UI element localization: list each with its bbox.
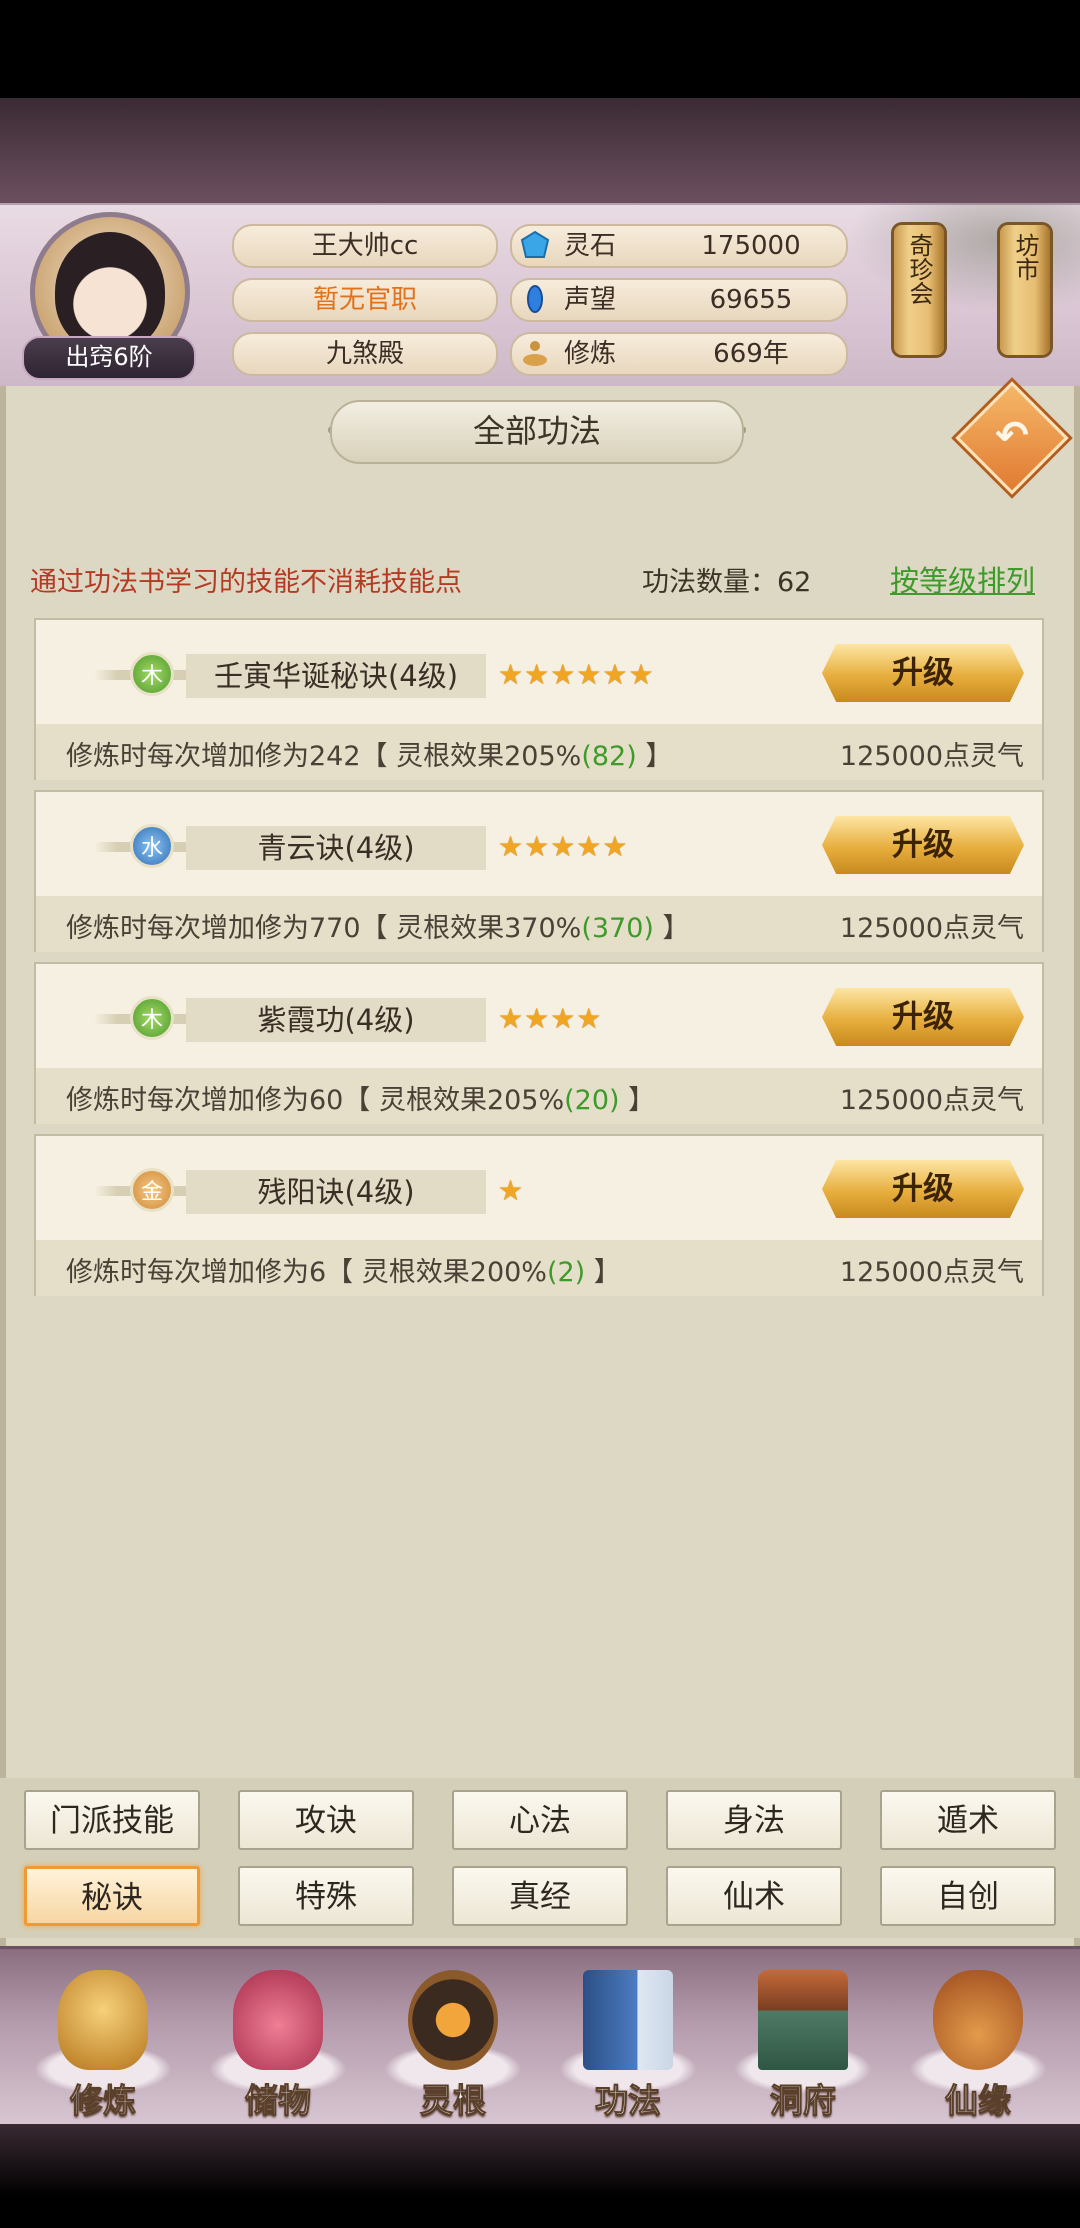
nav-skills[interactable]: 功法 — [553, 1960, 703, 2121]
book-icon — [583, 1970, 673, 2070]
skill-card: 水 青云诀(4级) ★★★★★ 升级 修炼时每次增加修为770【 灵根效果370… — [34, 790, 1044, 952]
nav-label: 仙缘 — [945, 2081, 1012, 2121]
tab-attack[interactable]: 攻诀 — [238, 1790, 414, 1850]
tab-mind[interactable]: 心法 — [452, 1790, 628, 1850]
skill-cost: 125000点灵气 — [839, 1257, 1024, 1288]
skill-effect: 修炼时每次增加修为242【 灵根效果205%(82) 】 — [66, 734, 672, 773]
tab-immortal-arts[interactable]: 仙术 — [666, 1866, 842, 1926]
nav-cultivate[interactable]: 修炼 — [28, 1960, 178, 2121]
player-name: 王大帅cc — [232, 224, 498, 268]
nav-storage[interactable]: 储物 — [203, 1960, 353, 2121]
pavilion-icon — [758, 1970, 848, 2070]
resource-label: 声望 — [564, 285, 617, 315]
water-element-icon: 水 — [130, 824, 174, 868]
upgrade-button[interactable]: 升级 — [822, 816, 1024, 874]
upgrade-button[interactable]: 升级 — [822, 644, 1024, 702]
meditation-icon — [523, 341, 547, 366]
rank-badge: 出窍6阶 — [22, 336, 196, 380]
spirit-stone-icon — [520, 230, 550, 258]
nav-spirit-root[interactable]: 灵根 — [378, 1960, 528, 2121]
tab-secret[interactable]: 秘诀 — [24, 1866, 200, 1926]
spirit-root-icon — [408, 1970, 498, 2070]
tab-escape[interactable]: 遁术 — [880, 1790, 1056, 1850]
effect-text: 修炼时每次增加修为6【 灵根效果200% — [66, 1257, 547, 1288]
bottom-bar-area — [0, 2124, 1080, 2228]
skill-effect: 修炼时每次增加修为60【 灵根效果205%(20) 】 — [66, 1078, 655, 1117]
nav-destiny[interactable]: 仙缘 — [903, 1960, 1053, 2121]
effect-close: 】 — [653, 913, 690, 944]
wood-element-icon: 木 — [130, 996, 174, 1040]
skill-name: 紫霞功(4级) — [186, 998, 486, 1042]
player-title: 暂无官职 — [232, 278, 498, 322]
star-rating: ★★★★ — [498, 1002, 603, 1035]
market-label: 坊市 — [1011, 233, 1039, 281]
tab-special[interactable]: 特殊 — [238, 1866, 414, 1926]
upgrade-button[interactable]: 升级 — [822, 988, 1024, 1046]
tab-self-created[interactable]: 自创 — [880, 1866, 1056, 1926]
effect-text: 修炼时每次增加修为60【 灵根效果205% — [66, 1085, 565, 1116]
nav-label: 灵根 — [420, 2081, 487, 2121]
resource-cultivation: 修炼 669年 — [510, 332, 848, 376]
skill-name: 青云诀(4级) — [186, 826, 486, 870]
prestige-icon — [527, 285, 543, 313]
treasure-bag-icon — [233, 1970, 323, 2070]
star-rating: ★★★★★★ — [498, 658, 655, 691]
skill-cost: 125000点灵气 — [839, 1085, 1024, 1116]
header-decor — [0, 98, 1080, 203]
market-button[interactable]: 坊市 — [1000, 225, 1050, 355]
effect-text: 修炼时每次增加修为242【 灵根效果205% — [66, 741, 582, 772]
skill-name: 残阳诀(4级) — [186, 1170, 486, 1214]
rare-market-button[interactable]: 奇珍会 — [894, 225, 944, 355]
meditating-figure-icon — [58, 1970, 148, 2070]
skill-cost: 125000点灵气 — [839, 741, 1024, 772]
upgrade-button[interactable]: 升级 — [822, 1160, 1024, 1218]
resource-label: 修炼 — [564, 339, 617, 369]
effect-text: 修炼时每次增加修为770【 灵根效果370% — [66, 913, 582, 944]
sort-by-level-link[interactable]: 按等级排列 — [890, 558, 1035, 600]
status-bar-area — [0, 0, 1080, 98]
effect-close: 】 — [619, 1085, 656, 1116]
tab-scripture[interactable]: 真经 — [452, 1866, 628, 1926]
avatar-face — [55, 232, 165, 352]
nav-label: 洞府 — [770, 2081, 837, 2121]
resource-spirit-stone: 灵石 175000 — [510, 224, 848, 268]
effect-bonus: (2) — [546, 1257, 586, 1288]
rare-market-label: 奇珍会 — [905, 233, 933, 305]
effect-bonus: (370) — [581, 913, 654, 944]
effect-bonus: (82) — [581, 741, 637, 772]
metal-element-icon: 金 — [130, 1168, 174, 1212]
skill-effect: 修炼时每次增加修为6【 灵根效果200%(2) 】 — [66, 1250, 621, 1289]
skill-card: 金 残阳诀(4级) ★ 升级 修炼时每次增加修为6【 灵根效果200%(2) 】… — [34, 1134, 1044, 1296]
skill-card: 木 紫霞功(4级) ★★★★ 升级 修炼时每次增加修为60【 灵根效果205%(… — [34, 962, 1044, 1124]
star-rating: ★★★★★ — [498, 830, 629, 863]
skill-notice: 通过功法书学习的技能不消耗技能点 — [30, 567, 462, 598]
effect-close: 】 — [585, 1257, 621, 1288]
resource-value: 69655 — [709, 285, 793, 315]
resource-prestige: 声望 69655 — [510, 278, 848, 322]
gourd-icon — [933, 1970, 1023, 2070]
nav-label: 修炼 — [70, 2081, 137, 2121]
skill-cost: 125000点灵气 — [839, 913, 1024, 944]
wood-element-icon: 木 — [130, 652, 174, 696]
tab-movement[interactable]: 身法 — [666, 1790, 842, 1850]
nav-label: 储物 — [245, 2081, 312, 2121]
tab-sect-skills[interactable]: 门派技能 — [24, 1790, 200, 1850]
resource-value: 669年 — [713, 339, 789, 369]
skill-count: 功法数量：62 — [642, 567, 812, 598]
star-rating: ★ — [498, 1174, 525, 1207]
player-sect: 九煞殿 — [232, 332, 498, 376]
nav-label: 功法 — [595, 2081, 662, 2121]
back-arrow-icon: ↶ — [995, 413, 1029, 459]
resource-label: 灵石 — [564, 231, 617, 261]
effect-bonus: (20) — [564, 1085, 620, 1116]
effect-close: 】 — [636, 741, 673, 772]
nav-cave-dwelling[interactable]: 洞府 — [728, 1960, 878, 2121]
skill-card: 木 壬寅华诞秘诀(4级) ★★★★★★ 升级 修炼时每次增加修为242【 灵根效… — [34, 618, 1044, 780]
resource-value: 175000 — [701, 231, 801, 261]
skill-name: 壬寅华诞秘诀(4级) — [186, 654, 486, 698]
page-title: 全部功法 — [330, 400, 744, 464]
skill-effect: 修炼时每次增加修为770【 灵根效果370%(370) 】 — [66, 906, 690, 945]
